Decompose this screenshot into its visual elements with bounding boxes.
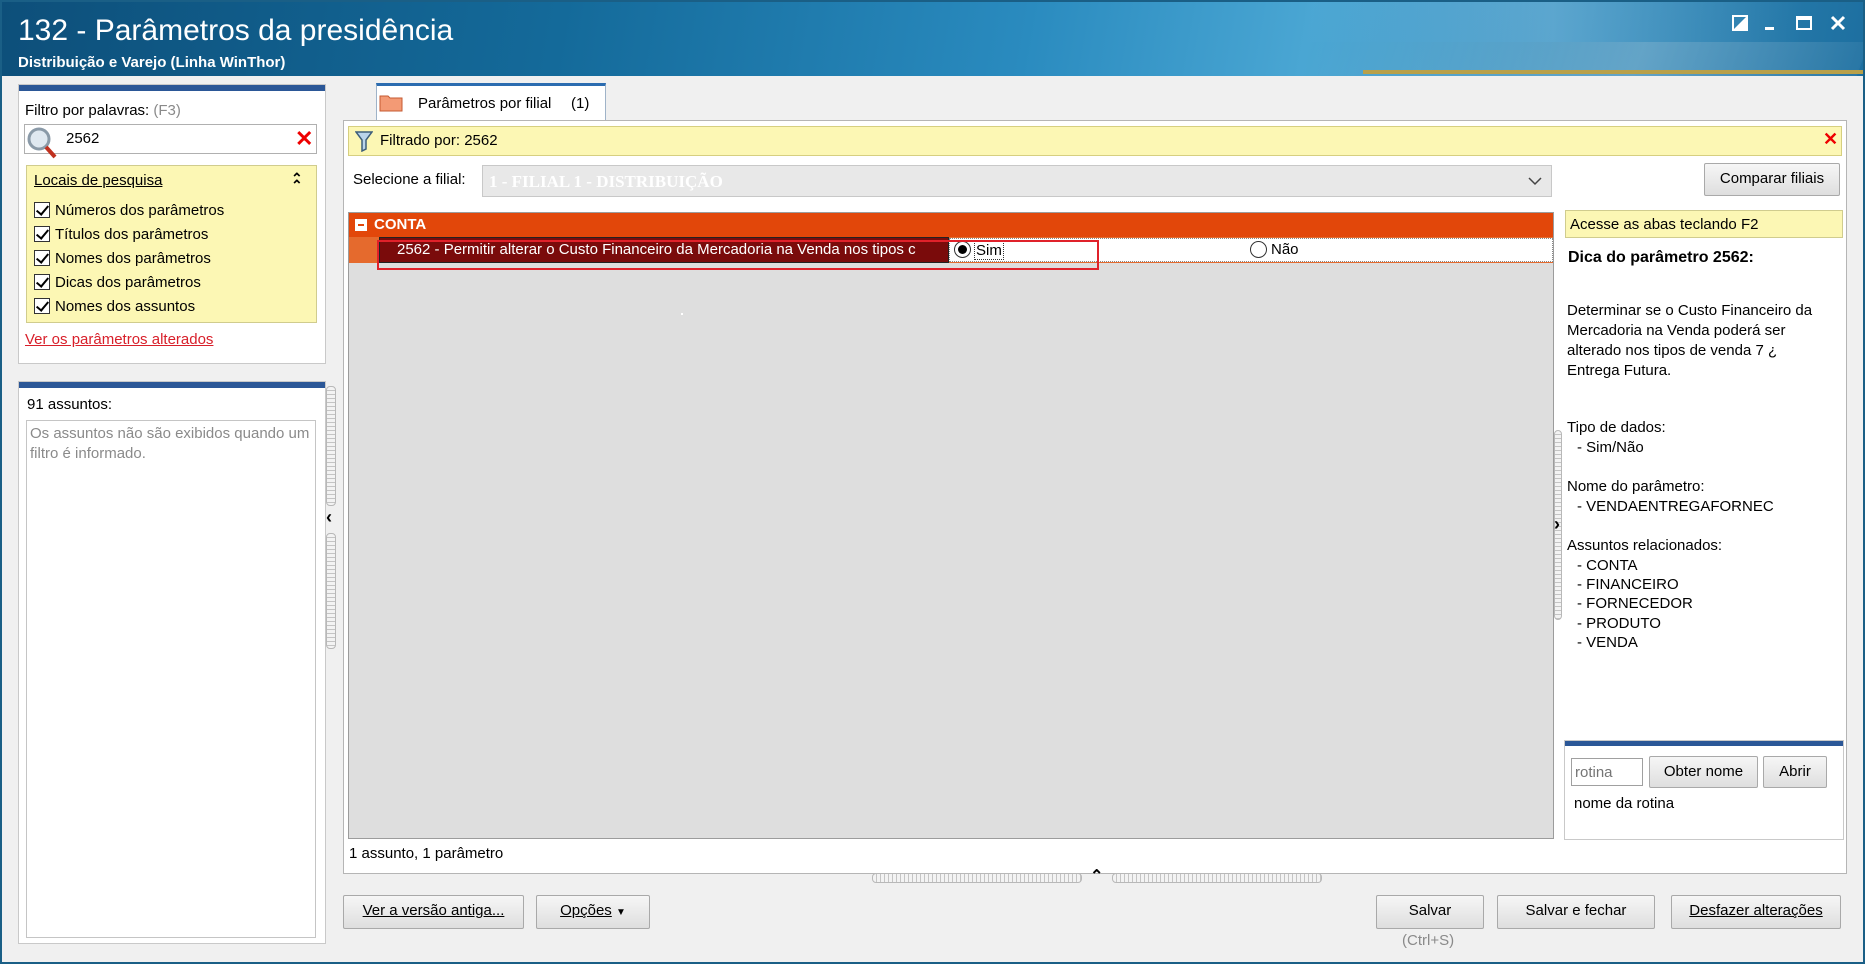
bottom-splitter[interactable] — [872, 873, 1082, 883]
splitter-handle[interactable] — [326, 533, 336, 649]
search-locations-title: Locais de pesquisa — [34, 172, 163, 189]
subjects-empty-message: Os assuntos não são exibidos quando um f… — [30, 425, 310, 462]
group-title: CONTA — [374, 216, 427, 233]
get-name-button[interactable]: Obter nome — [1649, 756, 1758, 788]
data-type-label: Tipo de dados: — [1567, 419, 1666, 436]
related-label: Assuntos relacionados: — [1567, 537, 1723, 554]
save-button[interactable]: Salvar — [1376, 895, 1484, 929]
rotina-input[interactable] — [1571, 758, 1643, 786]
checkbox-subject-names[interactable] — [34, 298, 50, 314]
data-type-value: - Sim/Não — [1577, 439, 1644, 456]
branch-value: 1 - FILIAL 1 - DISTRIBUIÇÃO — [489, 172, 723, 191]
options-button[interactable]: Opções ▼ — [536, 895, 650, 929]
help-description: Determinar se o Custo Financeiro da Merc… — [1567, 302, 1813, 379]
clear-filtered-icon[interactable]: ✕ — [1823, 129, 1838, 150]
collapse-up-icon-2: ⌃ — [291, 177, 303, 193]
related-item: - VENDA — [1577, 634, 1638, 651]
f2-hint-text: Acesse as abas teclando F2 — [1570, 216, 1759, 233]
title-bar[interactable]: 132 - Parâmetros da presidência Distribu… — [2, 2, 1863, 76]
old-version-button[interactable]: Ver a versão antiga... — [343, 895, 524, 929]
grid-pixel — [681, 313, 683, 315]
routine-name-label: nome da rotina — [1574, 795, 1675, 812]
tab-label: Parâmetros por filial — [418, 95, 552, 112]
checkbox-param-tips[interactable] — [34, 274, 50, 290]
params-grid: CONTA 2562 - Permitir alterar o Custo Fi… — [348, 212, 1554, 839]
maximize-icon[interactable] — [1792, 14, 1816, 38]
bottom-splitter[interactable] — [1112, 873, 1322, 883]
option-label: Nomes dos parâmetros — [55, 250, 211, 267]
option-label: Nomes dos assuntos — [55, 298, 196, 315]
related-item: - FORNECEDOR — [1577, 595, 1693, 612]
grid-status: 1 assunto, 1 parâmetro — [349, 845, 504, 862]
subjects-list[interactable]: Os assuntos não são exibidos quando um f… — [26, 420, 316, 938]
tab-params-by-branch[interactable]: Parâmetros por filial (1) — [376, 83, 606, 121]
title-decoration-line — [1363, 70, 1863, 74]
filter-search-input[interactable]: 2562 ✕ — [24, 124, 317, 159]
radio-no[interactable] — [1250, 241, 1267, 258]
checkbox-param-names[interactable] — [34, 250, 50, 266]
branch-select[interactable]: 1 - FILIAL 1 - DISTRIBUIÇÃO — [482, 165, 1552, 197]
help-title: Dica do parâmetro 2562: — [1568, 249, 1754, 266]
panel-accent — [19, 85, 325, 91]
help-panel: Acesse as abas teclando F2 Dica do parâm… — [1564, 208, 1844, 738]
window-subtitle: Distribuição e Varejo (Linha WinThor) — [18, 54, 286, 71]
magnifier-icon — [27, 126, 59, 164]
undo-changes-button[interactable]: Desfazer alterações — [1671, 895, 1841, 929]
filtered-label: Filtrado por: 2562 — [380, 132, 498, 149]
folder-icon — [379, 92, 403, 116]
collapse-left-icon[interactable]: ‹ — [326, 507, 332, 528]
compare-branches-button[interactable]: Comparar filiais — [1704, 163, 1840, 196]
filter-label: Filtro por palavras: (F3) — [25, 102, 181, 119]
filter-value[interactable]: 2562 — [66, 130, 99, 147]
checkbox-param-titles[interactable] — [34, 226, 50, 242]
related-item: - FINANCEIRO — [1577, 576, 1679, 593]
rotina-panel: Obter nome Abrir nome da rotina — [1564, 740, 1844, 840]
close-icon[interactable] — [1826, 14, 1850, 38]
highlight-frame — [377, 240, 1099, 270]
funnel-icon — [354, 130, 374, 156]
branch-label: Selecione a filial: — [353, 171, 466, 188]
panel-accent — [1565, 741, 1843, 746]
save-close-button[interactable]: Salvar e fechar — [1497, 895, 1655, 929]
related-item: - CONTA — [1577, 557, 1638, 574]
group-row[interactable]: CONTA — [349, 213, 1553, 237]
checkbox-param-numbers[interactable] — [34, 202, 50, 218]
filtered-bar: Filtrado por: 2562 ✕ — [348, 126, 1842, 156]
radio-no-label[interactable]: Não — [1271, 241, 1299, 258]
open-button[interactable]: Abrir — [1763, 756, 1827, 788]
collapse-group-icon[interactable] — [355, 219, 367, 231]
collapse-up-icon[interactable]: ⌃ — [1090, 866, 1103, 886]
options-label: Opções — [560, 902, 612, 919]
search-locations-box: Locais de pesquisa ⌃ ⌃ Números dos parâm… — [26, 165, 317, 323]
splitter-handle[interactable] — [326, 386, 336, 506]
option-label: Dicas dos parâmetros — [55, 274, 201, 291]
param-name-value: - VENDAENTREGAFORNEC — [1577, 498, 1774, 515]
save-shortcut: (Ctrl+S) — [1402, 932, 1455, 949]
tab-count: (1) — [571, 95, 590, 112]
subjects-count: 91 assuntos: — [27, 396, 113, 413]
chevron-down-icon — [1527, 174, 1543, 192]
option-label: Números dos parâmetros — [55, 202, 225, 219]
related-item: - PRODUTO — [1577, 615, 1661, 632]
window-title: 132 - Parâmetros da presidência — [18, 14, 454, 47]
caret-down-icon: ▼ — [615, 907, 626, 918]
panel-accent — [19, 382, 325, 388]
altered-params-link[interactable]: Ver os parâmetros alterados — [25, 331, 213, 348]
minimize-icon[interactable] — [1758, 14, 1782, 38]
clear-filter-icon[interactable]: ✕ — [295, 126, 313, 152]
restore-icon[interactable] — [1728, 14, 1752, 38]
collapse-right-icon[interactable]: › — [1554, 514, 1560, 535]
f2-hint: Acesse as abas teclando F2 — [1565, 210, 1843, 238]
option-label: Títulos dos parâmetros — [55, 226, 209, 243]
param-name-label: Nome do parâmetro: — [1567, 478, 1705, 495]
